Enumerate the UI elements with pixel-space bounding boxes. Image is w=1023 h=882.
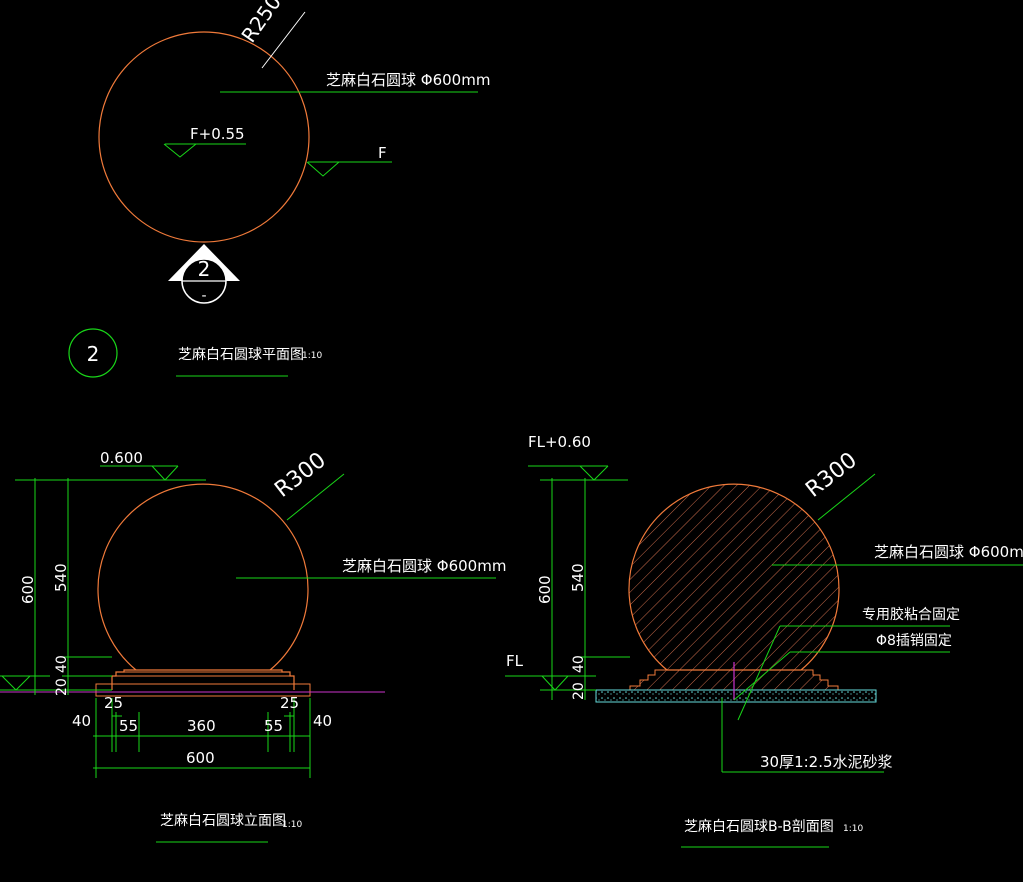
plan-center-level-marker <box>163 143 197 158</box>
elevation-title: 芝麻白石圆球立面图 <box>160 813 286 829</box>
elevation-dim-360: 360 <box>187 717 216 735</box>
section-ground-level-label: FL <box>506 652 524 670</box>
elevation-ball-label: 芝麻白石圆球 Φ600mm <box>342 557 506 575</box>
elevation-dim-ball-height: 540 <box>52 563 70 592</box>
section-pin-label: Φ8插销固定 <box>876 633 952 649</box>
section-dim-bottom: 20 <box>571 682 587 700</box>
elevation-top-level-label: 0.600 <box>100 449 143 467</box>
section-dim-total-height: 600 <box>536 575 554 604</box>
elevation-dim-bottom: 20 <box>54 678 70 696</box>
section-top-level-marker <box>579 465 609 481</box>
elevation-foundation <box>95 683 311 697</box>
section-ground-marker <box>541 675 569 691</box>
section-glue-label: 专用胶粘合固定 <box>862 606 960 623</box>
section-view: FL+0.60 FL 600 540 40 20 R300 芝麻白石圆球 Φ60… <box>505 433 1023 848</box>
section-mortar-layer <box>595 689 877 703</box>
elevation-ball-outline <box>97 483 309 671</box>
plan-title: 芝麻白石圆球平面图 <box>178 347 304 363</box>
elevation-radius-label: R300 <box>270 448 331 503</box>
cad-drawing-canvas: R250 芝麻白石圆球 Φ600mm F+0.55 F 2 - 2 芝麻白石圆球… <box>0 0 1023 848</box>
section-ball-label: 芝麻白石圆球 Φ600mm <box>874 543 1023 561</box>
section-cut-mark: 2 - <box>168 244 240 304</box>
elevation-dim-width: 600 <box>186 749 215 767</box>
plan-ground-level-marker <box>306 161 340 177</box>
elevation-dim-step-right: 25 <box>280 694 299 712</box>
plan-ground-level-label: F <box>378 144 387 162</box>
section-title: 芝麻白石圆球B-B剖面图 <box>684 819 834 835</box>
elevation-dim-55-left: 55 <box>119 717 138 735</box>
section-dim-base: 40 <box>571 655 587 673</box>
plan-view: R250 芝麻白石圆球 Φ600mm F+0.55 F 2 - 2 芝麻白石圆球… <box>68 0 490 378</box>
elevation-ground-marker <box>1 675 31 691</box>
elevation-dim-total-height: 600 <box>19 575 37 604</box>
section-dim-ball-height: 540 <box>569 563 587 592</box>
section-cut-number: 2 <box>198 257 211 281</box>
elevation-scale: 1:10 <box>282 820 302 830</box>
elevation-dim-edge-left: 40 <box>72 712 91 730</box>
elevation-dim-55-right: 55 <box>264 717 283 735</box>
section-top-level-label: FL+0.60 <box>528 433 591 451</box>
elevation-dim-step-left: 25 <box>104 694 123 712</box>
elevation-dim-edge-right: 40 <box>313 712 332 730</box>
section-mortar-label: 30厚1:2.5水泥砂浆 <box>760 753 893 771</box>
detail-number: 2 <box>87 342 100 366</box>
section-cut-sub: - <box>201 288 206 304</box>
plan-scale: 1:10 <box>302 351 322 361</box>
elevation-dim-base: 40 <box>54 655 70 673</box>
section-radius-label: R300 <box>801 448 862 503</box>
elevation-view: 0.600 600 540 40 20 R300 芝麻白石圆球 Φ600mm 2… <box>0 448 506 843</box>
plan-center-level-label: F+0.55 <box>190 125 245 143</box>
section-scale: 1:10 <box>843 824 863 834</box>
section-ball-hatch <box>628 483 840 671</box>
plan-ball-label: 芝麻白石圆球 Φ600mm <box>326 71 490 89</box>
elevation-base-steps <box>111 669 295 690</box>
elevation-top-level-marker <box>151 465 179 481</box>
